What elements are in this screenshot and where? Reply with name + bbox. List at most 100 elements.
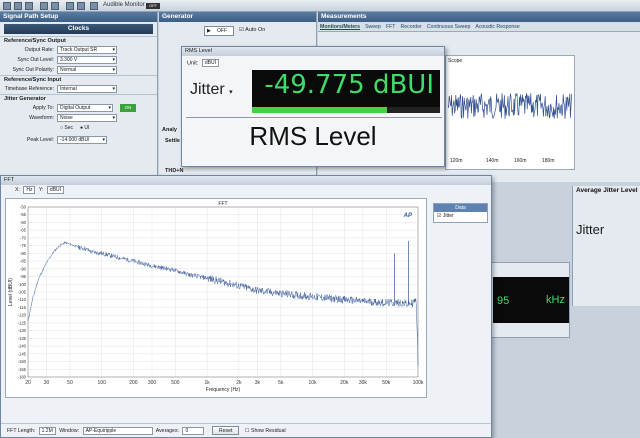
sec-radio[interactable]: ○ Sec [60,125,73,131]
y-tick-label: -70 [20,235,27,240]
y-tick-label: -85 [20,259,27,264]
rms-level-bar-fill [252,107,388,113]
undo-icon[interactable] [40,2,48,10]
waveform-select[interactable]: Noise [57,114,117,122]
play-icon: ▶ [207,28,211,34]
frequency-unit: kHz [546,294,565,306]
fft-legend: Data ☑ Jitter [433,203,488,223]
x-tick-label: 10k [309,380,318,386]
open-icon[interactable] [14,2,22,10]
tab-fft[interactable]: FFT [386,22,396,31]
section-ref-sync-output[interactable]: Reference/Sync Output [0,36,157,45]
top-toolbar: Audible Monitor OFF [0,0,640,12]
signal-path-title: Signal Path Setup [0,12,157,22]
save-icon[interactable] [25,2,33,10]
settings-icon[interactable] [66,2,74,10]
scope-trace [447,92,572,120]
y-tick-label: -115 [18,305,27,310]
redo-icon[interactable] [51,2,59,10]
ap-logo-icon: AP [403,213,413,219]
sync-out-polarity-select[interactable]: Normal [57,66,117,74]
y-tick-label: -110 [18,297,27,302]
rms-level-bar [252,107,440,113]
y-tick-label: -140 [18,344,27,349]
x-tick-label: 3k [255,380,261,386]
average-jitter-panel: Average Jitter Level Jitter [572,186,640,306]
avg-jitter-channel[interactable]: Jitter [576,222,604,237]
tab-monitors-meters[interactable]: Monitors/Meters [320,22,360,31]
rms-level-window: RMS Level Unit: dBUI Jitter ▾ -49.775 dB… [181,46,445,167]
fft-length-select[interactable]: 1.2M [38,426,56,435]
window-label: Window: [59,428,80,434]
legend-title: Data [434,204,487,212]
averages-label: Averages: [155,428,179,434]
show-residual-checkbox[interactable]: ☐ Show Residual [245,428,286,434]
unit-select[interactable]: dBUI [201,59,219,67]
timebase-select[interactable]: Internal [57,85,117,93]
y-tick-label: -155 [18,367,27,372]
dropdown-arrow-icon: ▾ [229,89,233,96]
x-tick-label: 500 [171,380,180,386]
scope-svg [447,92,572,120]
peak-level-label: Peak Level: [26,137,54,143]
ui-radio[interactable]: ● UI [80,125,89,131]
window-select[interactable]: AP-Equiripple [82,426,153,435]
tab-acoustic-response[interactable]: Acoustic Response [475,22,519,31]
reset-button[interactable]: Reset [211,426,240,436]
legend-item-jitter[interactable]: ☑ Jitter [434,212,487,221]
frequency-display: 95 kHz [493,277,569,323]
measurements-title: Measurements [318,12,640,22]
averages-input[interactable]: 0 [182,426,205,435]
tab-continuous-sweep[interactable]: Continuous Sweep [427,22,471,31]
output-rate-select[interactable]: Track Output SR [57,46,117,54]
fft-plot-area[interactable]: 20 30 50 100 200 300 500 1k 2k 3k 5k 10k 20k 30k 50k 10… [5,198,427,398]
y-tick-label: -160 [18,375,27,380]
sync-out-level-input[interactable]: 3.300 V [57,56,117,64]
x-tick-label: 5k [278,380,284,386]
new-icon[interactable] [3,2,11,10]
scope-graph: Scope 120m 140m 160m 180m [445,55,575,170]
x-unit-select[interactable]: Hz [23,185,36,194]
peak-level-input[interactable]: -14.000 dBUI [57,136,107,144]
chart-title: FFT [218,201,227,207]
fft-length-label: FFT Length: [7,428,36,434]
y-tick-label: -60 [20,220,27,225]
y-tick-label: -150 [18,359,27,364]
report-icon[interactable] [77,2,85,10]
y-tick-label: -50 [20,205,27,210]
jitter-on-toggle[interactable]: ON [120,104,136,112]
measurements-tabs: Monitors/Meters Sweep FFT Recorder Conti… [318,22,640,32]
section-ref-sync-input[interactable]: Reference/Sync Input [0,75,157,84]
fft-window: FFT X: Hz Y: dBUI 20 30 50 100 200 300 500 1k 2k… [0,175,492,438]
fft-window-title[interactable]: FFT [1,176,491,185]
apply-to-label: Apply To: [32,105,54,111]
auto-on-checkbox[interactable]: ☑ Auto On [239,27,265,33]
y-tick-label: -80 [20,251,27,256]
divider [186,117,442,118]
clocks-selector[interactable]: Clocks [4,24,153,34]
apply-to-select[interactable]: Digital Output [57,104,113,112]
generator-toggle[interactable]: ▶ OFF [204,26,234,36]
thd-label[interactable]: THD+N [159,168,184,174]
settle-label[interactable]: Settle [159,138,180,144]
waveform-label: Waveform: [29,115,54,121]
x-tick-label: 30 [44,380,50,386]
x-axis-title: Frequency (Hz) [206,387,241,393]
speaker-icon[interactable] [90,2,98,10]
section-jitter-generator[interactable]: Jitter Generator [0,94,157,103]
y-unit-select[interactable]: dBUI [46,185,65,194]
tab-sweep[interactable]: Sweep [365,22,381,31]
x-tick-label: 200 [129,380,138,386]
y-tick-label: -100 [18,282,27,287]
tab-recorder[interactable]: Recorder [400,22,421,31]
rms-window-title[interactable]: RMS Level [182,47,444,56]
timebase-label: Timebase Reference: [4,86,54,92]
x-tick-label: 300 [148,380,157,386]
x-tick-label: 100 [98,380,107,386]
y-tick-label: -55 [20,212,27,217]
rms-channel-name[interactable]: Jitter ▾ [190,81,233,99]
y-tick-label: -95 [20,274,27,279]
x-tick-label: 2k [236,380,242,386]
monitor-toggle[interactable]: OFF [146,3,160,9]
scope-tick: 180m [542,158,555,164]
